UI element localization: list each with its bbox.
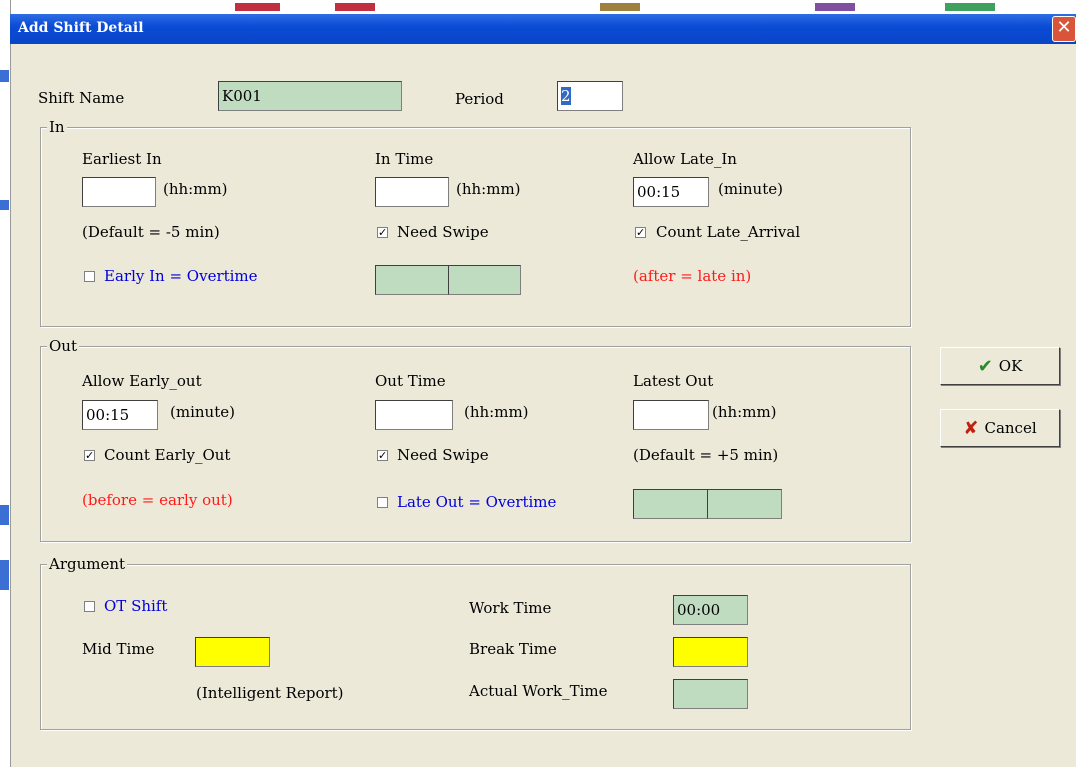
in-time-unit: (hh:mm) bbox=[456, 180, 521, 198]
early-out-note: (before = early out) bbox=[82, 491, 233, 509]
count-late-arrival-checkbox[interactable]: ✓ bbox=[635, 227, 646, 238]
late-out-ot-label[interactable]: Late Out = Overtime bbox=[397, 493, 556, 511]
count-early-out-label[interactable]: Count Early_Out bbox=[104, 446, 230, 464]
late-in-note: (after = late in) bbox=[633, 267, 752, 285]
in-time-input[interactable] bbox=[375, 177, 449, 207]
out-need-swipe-checkbox[interactable]: ✓ bbox=[377, 450, 388, 461]
cross-icon: ✘ bbox=[963, 417, 979, 439]
out-time-input[interactable] bbox=[375, 400, 453, 430]
latest-out-unit: (hh:mm) bbox=[712, 403, 777, 421]
intelligent-report-label: (Intelligent Report) bbox=[196, 684, 344, 702]
mid-time-input[interactable] bbox=[195, 637, 270, 667]
work-time-input[interactable]: 00:00 bbox=[673, 595, 748, 625]
ot-shift-label[interactable]: OT Shift bbox=[104, 597, 167, 615]
allow-late-in-input[interactable]: 00:15 bbox=[633, 177, 709, 207]
out-time-unit: (hh:mm) bbox=[464, 403, 529, 421]
work-time-label: Work Time bbox=[469, 599, 552, 617]
earliest-in-note: (Default = -5 min) bbox=[82, 223, 220, 241]
background-app-sidebar bbox=[0, 0, 11, 767]
ok-button[interactable]: ✔ OK bbox=[940, 347, 1060, 385]
checkmark-icon: ✔ bbox=[977, 355, 993, 377]
early-in-ot-label[interactable]: Early In = Overtime bbox=[104, 267, 258, 285]
count-late-arrival-label[interactable]: Count Late_Arrival bbox=[656, 223, 800, 241]
close-icon: ✕ bbox=[1056, 17, 1072, 38]
cancel-button-label: Cancel bbox=[984, 419, 1037, 437]
title-bar[interactable]: Add Shift Detail ✕ bbox=[10, 14, 1076, 44]
allow-early-out-input[interactable]: 00:15 bbox=[82, 400, 158, 430]
period-value: 2 bbox=[561, 87, 571, 105]
out-group-legend: Out bbox=[47, 337, 79, 355]
allow-late-in-label: Allow Late_In bbox=[633, 150, 737, 168]
in-need-swipe-label[interactable]: Need Swipe bbox=[397, 223, 489, 241]
period-input[interactable]: 2 bbox=[557, 81, 623, 111]
allow-late-in-unit: (minute) bbox=[718, 180, 783, 198]
close-button[interactable]: ✕ bbox=[1052, 16, 1076, 42]
cancel-button[interactable]: ✘ Cancel bbox=[940, 409, 1060, 447]
window-title: Add Shift Detail bbox=[18, 20, 144, 36]
late-out-ot-checkbox[interactable] bbox=[377, 497, 388, 508]
out-swipe-field-2[interactable] bbox=[707, 489, 782, 519]
in-swipe-field-1[interactable] bbox=[375, 265, 449, 295]
actual-work-time-label: Actual Work_Time bbox=[469, 682, 608, 700]
earliest-in-input[interactable] bbox=[82, 177, 156, 207]
period-label: Period bbox=[455, 90, 504, 108]
latest-out-note: (Default = +5 min) bbox=[633, 446, 779, 464]
latest-out-input[interactable] bbox=[633, 400, 709, 430]
earliest-in-label: Earliest In bbox=[82, 150, 162, 168]
shift-name-label: Shift Name bbox=[38, 89, 125, 107]
earliest-in-unit: (hh:mm) bbox=[163, 180, 228, 198]
in-group-legend: In bbox=[47, 118, 67, 136]
break-time-input[interactable] bbox=[673, 637, 748, 667]
ok-button-label: OK bbox=[998, 357, 1023, 375]
out-time-label: Out Time bbox=[375, 372, 446, 390]
actual-work-time-input[interactable] bbox=[673, 679, 748, 709]
out-swipe-field-1[interactable] bbox=[633, 489, 708, 519]
latest-out-label: Latest Out bbox=[633, 372, 714, 390]
shift-name-input[interactable]: K001 bbox=[218, 81, 402, 111]
in-time-label: In Time bbox=[375, 150, 434, 168]
allow-early-out-label: Allow Early_out bbox=[82, 372, 202, 390]
break-time-label: Break Time bbox=[469, 640, 557, 658]
background-app-strip bbox=[10, 0, 1076, 14]
mid-time-label: Mid Time bbox=[82, 640, 155, 658]
in-swipe-field-2[interactable] bbox=[448, 265, 521, 295]
early-in-ot-checkbox[interactable] bbox=[84, 271, 95, 282]
allow-early-out-unit: (minute) bbox=[170, 403, 235, 421]
ot-shift-checkbox[interactable] bbox=[84, 601, 95, 612]
count-early-out-checkbox[interactable]: ✓ bbox=[84, 450, 95, 461]
in-need-swipe-checkbox[interactable]: ✓ bbox=[377, 227, 388, 238]
argument-group-legend: Argument bbox=[47, 555, 128, 573]
out-need-swipe-label[interactable]: Need Swipe bbox=[397, 446, 489, 464]
